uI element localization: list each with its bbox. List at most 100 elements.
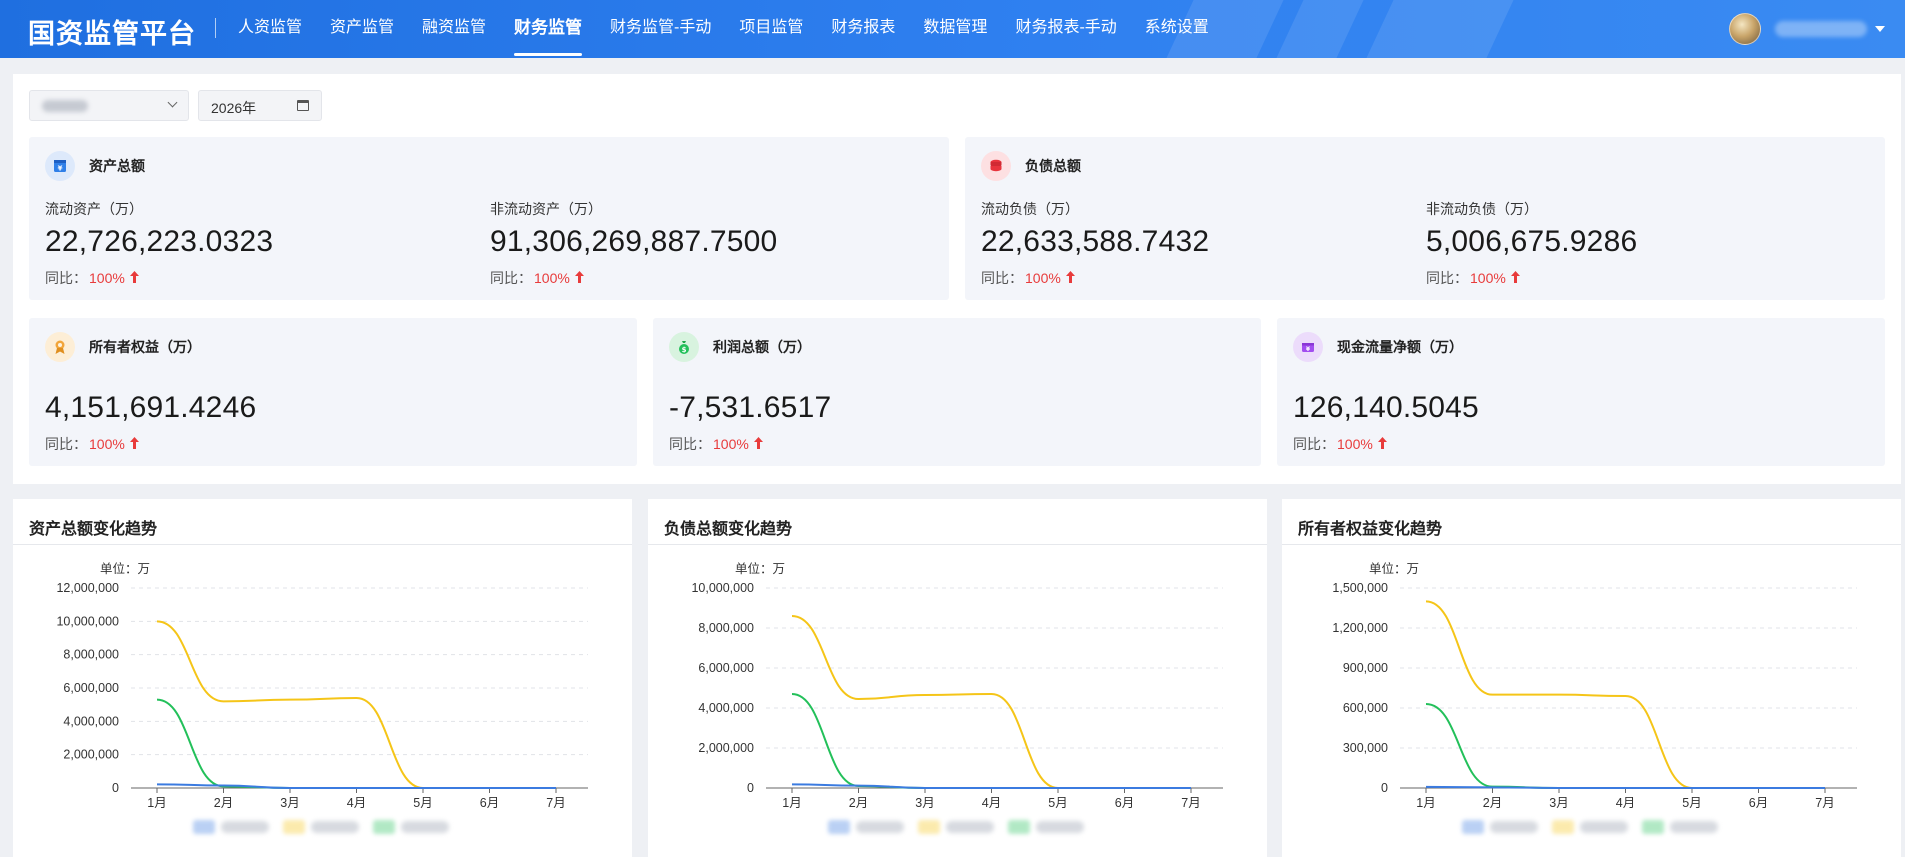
y-axis-unit: 单位：万 bbox=[1369, 561, 1419, 576]
legend-label-redacted bbox=[1036, 821, 1084, 833]
liabilities-card: 负债总额 流动负债（万） 22,633,588.7432 同比： 100% 非流… bbox=[965, 137, 1885, 300]
legend-swatch bbox=[1462, 820, 1484, 834]
nav-item-data-management[interactable]: 数据管理 bbox=[909, 0, 1001, 58]
noncurrent-assets-label: 非流动资产（万） bbox=[490, 201, 602, 217]
nav-item-hr-supervision[interactable]: 人资监管 bbox=[224, 0, 316, 58]
medal-icon bbox=[45, 332, 75, 362]
equity-yoy: 同比： 100% bbox=[45, 434, 139, 454]
coins-stack-icon bbox=[981, 151, 1011, 181]
y-tick-label: 300,000 bbox=[1343, 741, 1388, 755]
yoy-label: 同比： bbox=[1293, 436, 1335, 452]
noncurrent-liabilities-yoy: 同比： 100% bbox=[1426, 268, 1520, 288]
year-picker-value: 2026年 bbox=[211, 100, 257, 116]
nav-item-financing-supervision[interactable]: 融资监管 bbox=[408, 0, 500, 58]
current-liabilities-yoy: 同比： 100% bbox=[981, 268, 1075, 288]
assets-card-title-text: 资产总额 bbox=[89, 158, 145, 174]
x-tick-label: 4月 bbox=[982, 796, 1001, 810]
yoy-label: 同比： bbox=[45, 270, 87, 286]
chevron-down-icon bbox=[167, 97, 178, 108]
profit-card-title: $ 利润总额（万） bbox=[669, 332, 811, 362]
legend-swatch bbox=[193, 820, 215, 834]
x-tick-label: 6月 bbox=[1749, 796, 1768, 810]
legend-item[interactable] bbox=[1462, 820, 1538, 834]
legend-swatch bbox=[1008, 820, 1030, 834]
x-tick-label: 1月 bbox=[782, 796, 801, 810]
user-menu[interactable] bbox=[1729, 13, 1885, 45]
equity-trend-title: 所有者权益变化趋势 bbox=[1298, 521, 1443, 538]
series-line bbox=[791, 783, 1191, 789]
x-tick-label: 4月 bbox=[1616, 796, 1635, 810]
legend-label-redacted bbox=[1670, 821, 1718, 833]
nav-item-asset-supervision[interactable]: 资产监管 bbox=[316, 0, 408, 58]
legend-swatch bbox=[373, 820, 395, 834]
year-picker[interactable]: 2026年 bbox=[198, 90, 322, 121]
arrow-up-icon bbox=[753, 436, 763, 452]
equity-card: 所有者权益（万） 4,151,691.4246 同比： 100% bbox=[29, 318, 637, 466]
series-line bbox=[791, 615, 1191, 789]
liabilities-chart-legend[interactable] bbox=[828, 820, 1084, 834]
nav-item-finance-supervision[interactable]: 财务监管 bbox=[500, 0, 596, 58]
equity-card-title-text: 所有者权益（万） bbox=[89, 339, 201, 355]
nav-item-system-settings[interactable]: 系统设置 bbox=[1131, 0, 1223, 58]
liabilities-trend-card: 负债总额变化趋势 单位：万 0 2,000,000 4,000,000 6,000,00… bbox=[648, 499, 1267, 857]
y-tick-label: 10,000,000 bbox=[56, 614, 119, 628]
nav-item-financial-reports[interactable]: 财务报表 bbox=[817, 0, 909, 58]
cashflow-card: ¥ 现金流量净额（万） 126,140.5045 同比： 100% bbox=[1277, 318, 1885, 466]
current-liabilities-value: 22,633,588.7432 bbox=[981, 225, 1210, 258]
user-name-redacted[interactable] bbox=[1775, 21, 1867, 37]
arrow-up-icon bbox=[1377, 436, 1387, 452]
legend-swatch bbox=[1552, 820, 1574, 834]
main-nav: 人资监管 资产监管 融资监管 财务监管 财务监管-手动 项目监管 财务报表 数据… bbox=[224, 0, 1223, 58]
series-line bbox=[1425, 703, 1825, 789]
x-tick-label: 7月 bbox=[1815, 796, 1834, 810]
current-assets-value: 22,726,223.0323 bbox=[45, 225, 274, 258]
series-line bbox=[1425, 785, 1825, 789]
x-tick-label: 5月 bbox=[1048, 796, 1067, 810]
assets-chart-legend[interactable] bbox=[193, 820, 449, 834]
calendar-icon bbox=[297, 100, 309, 111]
y-tick-label: 12,000,000 bbox=[56, 581, 119, 595]
legend-item[interactable] bbox=[918, 820, 994, 834]
nav-item-finance-supervision-manual[interactable]: 财务监管-手动 bbox=[596, 0, 725, 58]
assets-trend-title: 资产总额变化趋势 bbox=[29, 521, 158, 538]
legend-item[interactable] bbox=[373, 820, 449, 834]
equity-card-title: 所有者权益（万） bbox=[45, 332, 201, 362]
y-tick-label: 0 bbox=[112, 781, 119, 795]
legend-item[interactable] bbox=[193, 820, 269, 834]
avatar[interactable] bbox=[1729, 13, 1761, 45]
yoy-label: 同比： bbox=[1426, 270, 1468, 286]
yoy-value: 100% bbox=[89, 436, 125, 452]
y-tick-label: 1,500,000 bbox=[1332, 581, 1388, 595]
current-liabilities-label: 流动负债（万） bbox=[981, 201, 1079, 217]
x-tick-label: 3月 bbox=[915, 796, 934, 810]
yoy-value: 100% bbox=[1025, 270, 1061, 286]
y-tick-label: 1,200,000 bbox=[1332, 621, 1388, 635]
current-assets-yoy: 同比： 100% bbox=[45, 268, 139, 288]
nav-item-project-supervision[interactable]: 项目监管 bbox=[725, 0, 817, 58]
x-tick-label: 3月 bbox=[1549, 796, 1568, 810]
assets-card-title: ¥ 资产总额 bbox=[45, 151, 145, 181]
caret-down-icon[interactable] bbox=[1875, 26, 1885, 32]
legend-label-redacted bbox=[1580, 821, 1628, 833]
x-tick-label: 6月 bbox=[480, 796, 499, 810]
legend-item[interactable] bbox=[828, 820, 904, 834]
assets-card: ¥ 资产总额 流动资产（万） 22,726,223.0323 同比： 100% … bbox=[29, 137, 949, 300]
yoy-label: 同比： bbox=[981, 270, 1023, 286]
x-tick-label: 1月 bbox=[1416, 796, 1435, 810]
equity-chart-legend[interactable] bbox=[1462, 820, 1718, 834]
legend-item[interactable] bbox=[283, 820, 359, 834]
yoy-value: 100% bbox=[1337, 436, 1373, 452]
legend-label-redacted bbox=[1490, 821, 1538, 833]
y-tick-label: 10,000,000 bbox=[691, 581, 754, 595]
y-tick-label: 6,000,000 bbox=[698, 661, 754, 675]
noncurrent-assets-yoy: 同比： 100% bbox=[490, 268, 584, 288]
legend-item[interactable] bbox=[1552, 820, 1628, 834]
arrow-up-icon bbox=[574, 270, 584, 286]
profit-card-title-text: 利润总额（万） bbox=[713, 339, 811, 355]
brand-divider bbox=[215, 18, 216, 38]
company-select[interactable] bbox=[29, 90, 189, 121]
x-tick-label: 5月 bbox=[413, 796, 432, 810]
legend-item[interactable] bbox=[1642, 820, 1718, 834]
legend-item[interactable] bbox=[1008, 820, 1084, 834]
nav-item-financial-reports-manual[interactable]: 财务报表-手动 bbox=[1001, 0, 1130, 58]
